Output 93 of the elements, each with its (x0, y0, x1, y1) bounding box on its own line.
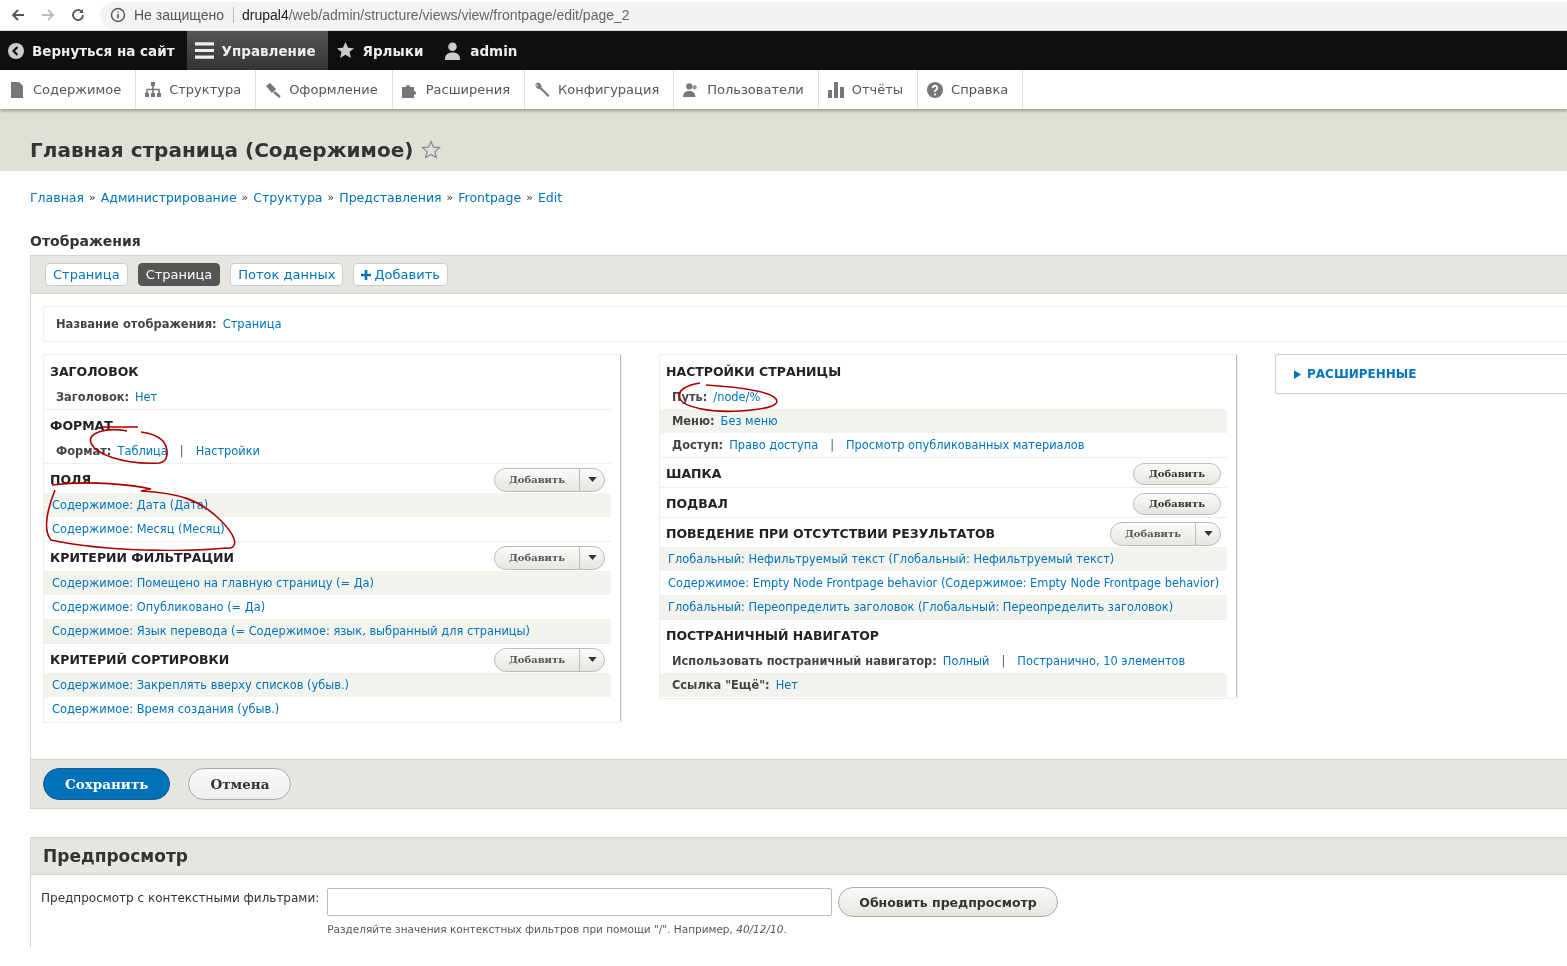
setting-link[interactable]: Содержимое: Empty Node Frontpage behavior (Содержимое: Empty Node Frontpage behavior) (668, 576, 1220, 590)
setting-label: Заголовок: (56, 390, 130, 404)
setting-link[interactable]: Постранично, 10 элементов (1017, 654, 1186, 668)
field-hint: Разделяйте значения контекстных фильтров при помощи "/". Например, 40/12/10. (327, 923, 788, 935)
section-title: ПОСТРАНИЧНЫЙ НАВИГАТОР (666, 628, 879, 643)
setting-link[interactable]: Полный (942, 654, 990, 668)
triangle-icon (1294, 369, 1301, 379)
breadcrumb-separator: » (526, 190, 533, 204)
breadcrumb-separator: » (446, 190, 454, 204)
breadcrumb-link[interactable]: Edit (537, 189, 563, 205)
section-title: ФОРМАТ (50, 418, 113, 433)
section-title: КРИТЕРИИ ФИЛЬТРАЦИИ (50, 550, 234, 565)
page-title: Главная страница (Содержимое) (30, 138, 414, 162)
section-title: КРИТЕРИЙ СОРТИРОВКИ (50, 652, 230, 667)
section-title: ПОЛЯ (50, 472, 92, 487)
user-icon (443, 41, 463, 60)
add-button[interactable]: Добавить (1132, 462, 1221, 485)
caret-icon (587, 477, 597, 482)
breadcrumb-separator: » (327, 190, 335, 204)
toolbar-item[interactable]: Вернуться на сайт (0, 31, 187, 70)
setting-link[interactable]: Содержимое: Месяц (Месяц) (52, 522, 225, 536)
cancel-button[interactable]: Отмена (188, 768, 292, 800)
reload-icon[interactable] (70, 7, 86, 23)
caret-icon (1203, 531, 1213, 536)
setting-link[interactable]: Нет (775, 678, 798, 692)
display-tab[interactable]: Поток данных (230, 263, 344, 286)
hierarchy-icon (145, 81, 162, 98)
setting-link[interactable]: Настройки (195, 444, 260, 458)
add-button[interactable]: Добавить (1132, 492, 1221, 515)
section-title: ПОВЕДЕНИЕ ПРИ ОТСУТСТВИИ РЕЗУЛЬТАТОВ (666, 526, 996, 541)
setting-label: Использовать постраничный навигатор: (672, 654, 937, 668)
add-dropdown-button[interactable]: Добавить (493, 467, 605, 492)
display-tab[interactable]: Страница (45, 263, 128, 286)
advanced-toggle[interactable]: РАСШИРЕННЫЕ (1294, 367, 1549, 381)
menu-icon (194, 41, 214, 60)
setting-link[interactable]: Право доступа (729, 438, 819, 452)
url-text: drupal4/web/admin/structure/views/view/frontpage/edit/page_2 (242, 7, 630, 23)
add-dropdown-button[interactable]: Добавить (493, 647, 605, 672)
setting-link[interactable]: Просмотр опубликованных материалов (846, 438, 1085, 452)
back-arrow-icon[interactable] (10, 7, 26, 23)
add-dropdown-button[interactable]: Добавить (1109, 521, 1221, 546)
setting-link[interactable]: Содержимое: Опубликовано (= Да) (52, 600, 266, 614)
document-icon (9, 81, 25, 98)
link-separator: | (178, 444, 185, 458)
setting-label: Доступ: (672, 438, 724, 452)
bar-chart-icon (827, 81, 844, 98)
address-bar[interactable]: Не защищено drupal4/web/admin/structure/views/view/frontpage/edit/page_2 (100, 1, 1567, 29)
plus-icon (361, 269, 372, 280)
star-icon (335, 41, 355, 60)
section-title: ПОДВАЛ (666, 496, 728, 511)
toolbar-item[interactable]: Ярлыки (327, 31, 436, 70)
section-heading: Отображения (30, 233, 142, 251)
security-label: Не защищено (134, 7, 234, 23)
caret-icon (587, 555, 597, 560)
setting-link[interactable]: Страница (222, 317, 282, 331)
brush-icon (265, 81, 282, 98)
breadcrumb-link[interactable]: Главная (30, 189, 84, 205)
breadcrumb-separator: » (241, 190, 249, 204)
update-preview-button[interactable]: Обновить предпросмотр (838, 887, 1058, 917)
help-icon (927, 81, 944, 98)
section-title: НАСТРОЙКИ СТРАНИЦЫ (666, 364, 842, 379)
setting-label: Ссылка "Ещё": (672, 678, 770, 692)
display-tab[interactable]: Добавить (353, 263, 448, 286)
forward-arrow-icon[interactable] (40, 7, 56, 23)
field-label: Предпросмотр с контекстными фильтрами: (41, 890, 320, 907)
breadcrumb-separator: » (89, 190, 96, 204)
toolbar-item[interactable]: Управление (186, 31, 328, 70)
setting-label: Меню: (672, 414, 715, 428)
users-icon (683, 81, 700, 98)
setting-link[interactable]: Без меню (720, 414, 778, 428)
toolbar-item[interactable]: admin (435, 31, 530, 70)
wrench-icon (534, 81, 551, 98)
display-tab[interactable]: Страница (137, 263, 221, 286)
setting-link[interactable]: /node/% (713, 390, 761, 404)
preview-title: Предпросмотр (43, 846, 188, 866)
breadcrumb-link[interactable]: Структура (253, 189, 323, 205)
info-icon (110, 7, 126, 23)
breadcrumb-link[interactable]: Администрирование (100, 189, 237, 205)
link-separator: | (1000, 654, 1007, 668)
save-button[interactable]: Сохранить (43, 768, 171, 800)
back-circle-icon (8, 42, 24, 59)
section-title: ШАПКА (666, 466, 722, 481)
link-separator: | (829, 438, 836, 452)
section-title: ЗАГОЛОВОК (50, 364, 139, 379)
breadcrumb-link[interactable]: Представления (339, 189, 442, 205)
input-field[interactable] (327, 888, 833, 916)
setting-link[interactable]: Содержимое: Время создания (убыв.) (52, 702, 280, 716)
star-outline-icon[interactable] (421, 140, 442, 160)
setting-label: Название отображения: (56, 317, 217, 331)
caret-icon (587, 657, 597, 662)
add-dropdown-button[interactable]: Добавить (493, 545, 605, 570)
breadcrumb-link[interactable]: Frontpage (458, 189, 522, 205)
setting-link[interactable]: Нет (135, 390, 158, 404)
